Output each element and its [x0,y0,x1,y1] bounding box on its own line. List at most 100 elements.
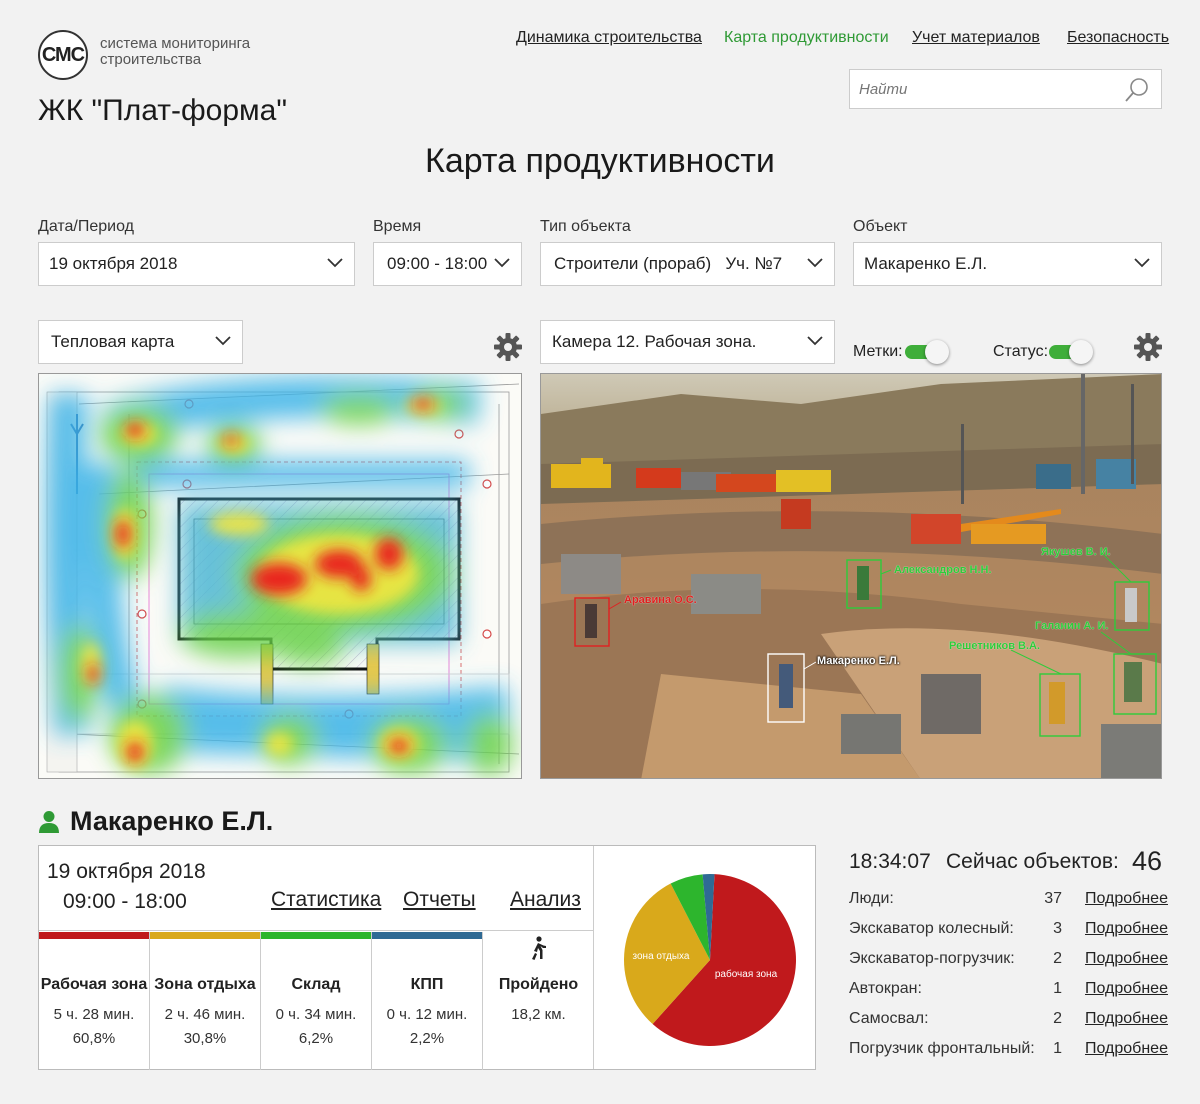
object-type-name: Самосвал: [849,1010,929,1027]
card-time: 09:00 - 18:00 [63,890,187,913]
object-type-select[interactable]: Строители (прораб) Уч. №7 [540,242,835,286]
camera-tag[interactable]: Макаренко Е.Л. [817,655,900,667]
object-type-count: 3 [1053,920,1062,937]
date-select[interactable]: 19 октября 2018 [38,242,355,286]
search-icon[interactable] [1123,76,1151,104]
analysis-link[interactable]: Анализ [510,888,581,912]
logo-mark[interactable]: СМС [38,30,88,80]
object-type-value: Строители (прораб) Уч. №7 [554,254,783,273]
camera-image [541,374,1161,778]
current-time: 18:34:07 [849,850,931,873]
search-box [849,69,1162,109]
project-title: ЖК "Плат-форма" [38,94,287,127]
time-value: 09:00 - 18:00 [387,254,488,273]
zone-pie-chart[interactable]: рабочая зона зона отдыха [594,846,816,1069]
time-label: Время [373,218,422,235]
walked-label: Пройдено [498,976,579,993]
object-count-row: Самосвал: 2 Подробнее [849,1010,1168,1034]
heatmap-image [39,374,521,778]
camera-tag[interactable]: Решетников В.А. [949,640,1040,652]
time-select[interactable]: 09:00 - 18:00 [373,242,522,286]
map-view-select[interactable]: Тепловая карта [38,320,243,364]
object-type-name: Погрузчик фронтальный: [849,1040,1035,1057]
zone-name: Склад [291,976,341,993]
pie-label-work: рабочая зона [715,968,778,980]
object-select[interactable]: Макаренко Е.Л. [853,242,1162,286]
object-count-row: Погрузчик фронтальный: 1 Подробнее [849,1040,1168,1064]
object-type-count: 1 [1053,980,1062,997]
object-type-name: Экскаватор-погрузчик: [849,950,1015,967]
object-type-count: 2 [1053,1010,1062,1027]
camera-tag[interactable]: Якушев В. И. [1041,546,1111,558]
chevron-down-icon [494,258,510,268]
logo-abbr: СМС [41,43,85,66]
gear-icon[interactable] [493,332,523,362]
search-input[interactable] [850,70,1110,108]
status-toggle[interactable] [1049,340,1093,364]
object-count-row: Автокран: 1 Подробнее [849,980,1168,1004]
zone-warehouse[interactable]: Склад 0 ч. 34 мин. 6,2% [261,932,372,1070]
status-toggle-label: Статус: [993,343,1049,360]
chevron-down-icon [215,336,231,346]
camera-tag[interactable]: Галанин А. И. [1035,620,1108,632]
labels-toggle[interactable] [905,340,949,364]
zone-percent: 6,2% [298,1030,334,1047]
statistics-link[interactable]: Статистика [271,888,381,912]
object-label: Объект [853,218,908,235]
nav-link-safety[interactable]: Безопасность [1067,29,1169,47]
zone-color-bar [261,932,371,939]
details-link[interactable]: Подробнее [1085,920,1168,938]
zone-rest[interactable]: Зона отдыха 2 ч. 46 мин. 30,8% [150,932,261,1070]
zone-duration: 0 ч. 34 мин. [275,1006,357,1023]
details-link[interactable]: Подробнее [1085,1040,1168,1058]
reports-link[interactable]: Отчеты [403,888,476,912]
object-count-row: Экскаватор-погрузчик: 2 Подробнее [849,950,1168,974]
object-count-row: Экскаватор колесный: 3 Подробнее [849,920,1168,944]
map-view-value: Тепловая карта [51,332,175,351]
pie-label-rest: зона отдыха [633,951,690,962]
walking-person-icon [532,936,546,960]
object-type-name: Люди: [849,890,894,907]
walked-distance: Пройдено 18,2 км. [483,932,594,1070]
chevron-down-icon [327,258,343,268]
zone-name: Зона отдыха [154,976,256,993]
current-objects-count: 46 [1131,846,1162,876]
zone-percent: 2,2% [409,1030,445,1047]
nav-link-productivity-map[interactable]: Карта продуктивности [724,29,889,47]
chevron-down-icon [807,336,823,346]
chevron-down-icon [1134,258,1150,268]
object-type-count: 2 [1053,950,1062,967]
current-objects-label: Сейчас объектов: [946,850,1119,873]
camera-select[interactable]: Камера 12. Рабочая зона. [540,320,835,364]
zone-name: КПП [410,976,444,993]
person-name: Макаренко Е.Л. [70,806,274,836]
camera-tag[interactable]: Александров Н.Н. [894,564,992,576]
zone-percent: 60,8% [72,1030,116,1047]
details-link[interactable]: Подробнее [1085,950,1168,968]
details-link[interactable]: Подробнее [1085,1010,1168,1028]
zone-checkpoint[interactable]: КПП 0 ч. 12 мин. 2,2% [372,932,483,1070]
date-value: 19 октября 2018 [49,254,178,273]
gear-icon[interactable] [1133,332,1163,362]
heatmap-panel[interactable] [38,373,522,779]
object-type-name: Автокран: [849,980,922,997]
zone-color-bar [150,932,260,939]
logo-text: система мониторинга строительства [100,35,251,68]
camera-value: Камера 12. Рабочая зона. [552,332,757,351]
details-link[interactable]: Подробнее [1085,980,1168,998]
labels-toggle-label: Метки: [853,343,903,360]
zone-duration: 2 ч. 46 мин. [164,1006,246,1023]
object-type-count: 37 [1044,890,1062,907]
user-icon [39,811,59,833]
zone-duration: 0 ч. 12 мин. [386,1006,468,1023]
nav-link-construction-dynamics[interactable]: Динамика строительства [516,29,702,47]
zone-work[interactable]: Рабочая зона 5 ч. 28 мин. 60,8% [39,932,150,1070]
details-link[interactable]: Подробнее [1085,890,1168,908]
camera-feed[interactable]: Александров Н.Н. Якушев В. И. Аравина О.… [540,373,1162,779]
zone-duration: 5 ч. 28 мин. [53,1006,135,1023]
zone-name: Рабочая зона [40,976,148,993]
object-type-count: 1 [1053,1040,1062,1057]
camera-tag[interactable]: Аравина О.С. [624,594,697,606]
nav-link-materials[interactable]: Учет материалов [912,29,1040,47]
card-date: 19 октября 2018 [47,860,206,883]
